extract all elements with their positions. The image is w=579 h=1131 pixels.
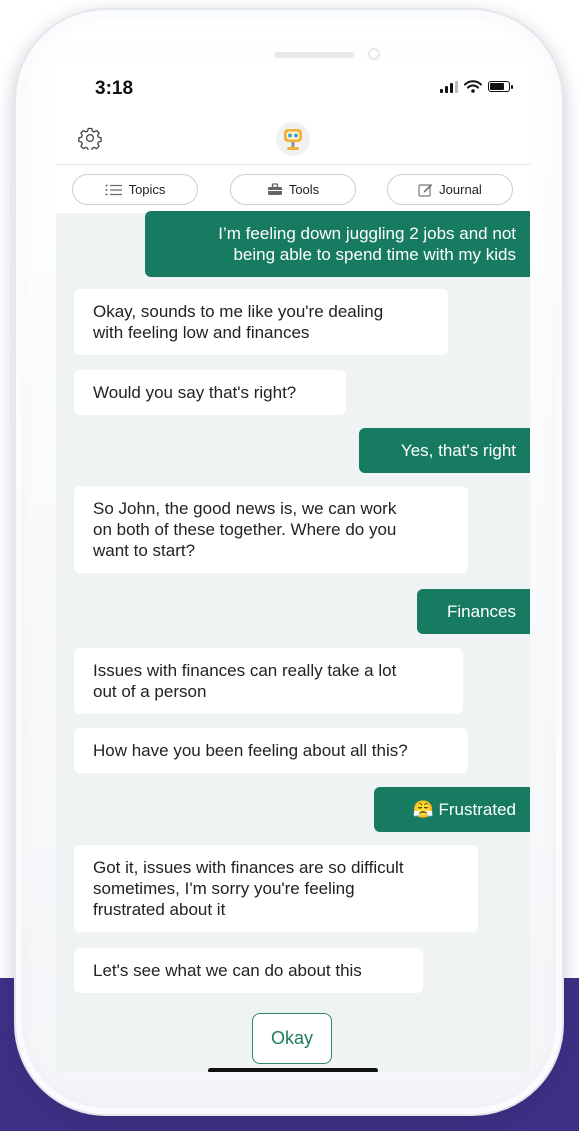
wifi-icon — [464, 80, 482, 93]
home-indicator — [208, 1068, 378, 1072]
message-line: So John, the good news is, we can work — [93, 499, 397, 518]
message-line: Finances — [447, 602, 516, 621]
user-message: Yes, that's right — [359, 428, 530, 473]
gear-icon[interactable] — [78, 126, 102, 150]
cellular-signal-icon — [440, 80, 458, 93]
message-line: want to start? — [93, 541, 196, 560]
app-header: 3:18 Topics Tools Journal — [56, 62, 530, 213]
bot-message: Got it, issues with finances are so diff… — [74, 845, 478, 932]
header-divider — [56, 164, 530, 165]
power-button — [563, 288, 568, 408]
volume-up-button — [10, 260, 15, 336]
mute-switch — [10, 178, 15, 222]
tab-tools-label: Tools — [288, 182, 320, 197]
message-line: I’m feeling down juggling 2 jobs and not — [218, 224, 516, 243]
tab-journal[interactable]: Journal — [387, 174, 513, 205]
bot-message: Let's see what we can do about this — [74, 948, 423, 993]
robot-avatar-icon — [276, 122, 310, 156]
message-line: out of a person — [93, 682, 207, 701]
front-camera — [368, 48, 380, 60]
user-message: I’m feeling down juggling 2 jobs and not… — [145, 211, 530, 277]
message-line: Okay, sounds to me like you're dealing — [93, 302, 384, 321]
toolbox-icon — [267, 183, 282, 195]
message-line: on both of these together. Where do you — [93, 520, 397, 539]
tab-tools[interactable]: Tools — [230, 174, 356, 205]
battery-icon — [488, 81, 513, 92]
message-line: with feeling low and finances — [93, 323, 310, 342]
message-line: Would you say that's right? — [93, 383, 297, 402]
volume-down-button — [10, 352, 15, 428]
frustrated-emoji-icon: 😤 — [412, 800, 434, 819]
message-line: Let's see what we can do about this — [93, 961, 362, 980]
status-icons — [440, 80, 513, 93]
speaker-grille — [274, 52, 354, 58]
bot-message: So John, the good news is, we can work o… — [74, 486, 468, 573]
bot-message: Issues with finances can really take a l… — [74, 648, 463, 714]
message-line: Issues with finances can really take a l… — [93, 661, 397, 680]
tab-topics[interactable]: Topics — [72, 174, 198, 205]
message-text: Frustrated — [438, 800, 516, 819]
message-line: Yes, that's right — [400, 441, 516, 460]
app-screen: 3:18 Topics Tools Journal I’m feeling do… — [56, 62, 530, 1072]
message-line: being able to spend time with my kids — [233, 245, 516, 264]
message-line: sometimes, I'm sorry you're feeling — [93, 879, 355, 898]
status-time: 3:18 — [95, 78, 134, 99]
okay-reply-button[interactable]: Okay — [252, 1013, 332, 1064]
list-icon — [105, 184, 122, 195]
message-line: How have you been feeling about all this… — [93, 741, 408, 760]
message-line: Got it, issues with finances are so diff… — [93, 858, 404, 877]
user-message: Finances — [417, 589, 530, 634]
tab-journal-label: Journal — [439, 182, 482, 197]
message-line: frustrated about it — [93, 900, 226, 919]
edit-icon — [418, 183, 433, 197]
tab-topics-label: Topics — [128, 182, 166, 197]
bot-message: Would you say that's right? — [74, 370, 346, 415]
bot-message: How have you been feeling about all this… — [74, 728, 468, 773]
bot-message: Okay, sounds to me like you're dealing w… — [74, 289, 448, 355]
user-message: 😤 Frustrated — [374, 787, 530, 832]
